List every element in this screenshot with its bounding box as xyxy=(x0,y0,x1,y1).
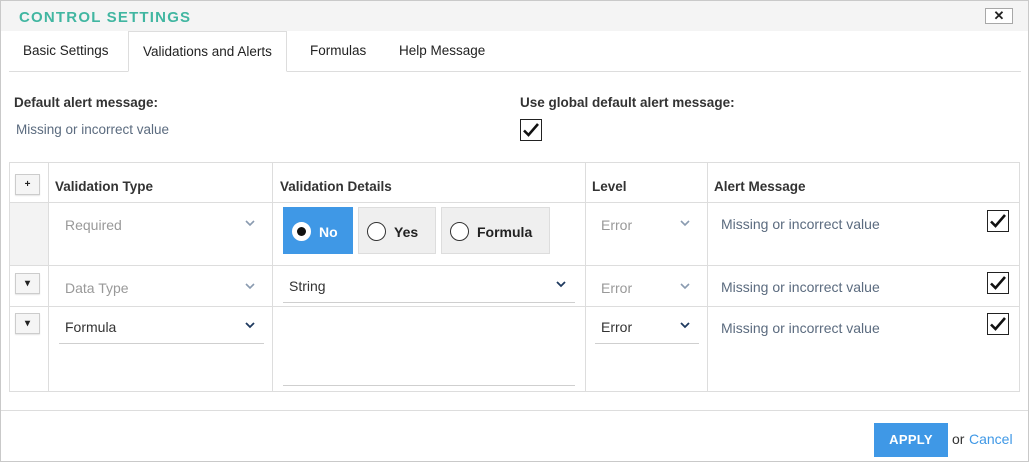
alert-checkbox[interactable] xyxy=(987,210,1009,232)
dialog-title: CONTROL SETTINGS xyxy=(19,9,192,26)
use-global-alert-checkbox[interactable] xyxy=(520,119,542,141)
dialog-titlebar: CONTROL SETTINGS ✕ xyxy=(1,1,1028,31)
chevron-down-icon xyxy=(680,322,690,329)
close-icon: ✕ xyxy=(993,8,1005,23)
radio-label: Yes xyxy=(394,224,419,240)
chevron-down-icon xyxy=(245,220,255,227)
radio-no[interactable]: No xyxy=(283,207,353,254)
select-value: Required xyxy=(65,217,122,233)
tab-basic-settings[interactable]: Basic Settings xyxy=(9,31,123,72)
chevron-down-icon xyxy=(680,220,690,227)
validations-table: + Validation Type Validation Details Lev… xyxy=(9,162,1020,392)
chevron-down-icon xyxy=(680,283,690,290)
control-settings-dialog: CONTROL SETTINGS ✕ Basic Settings Valida… xyxy=(0,0,1029,462)
default-alert-value[interactable]: Missing or incorrect value xyxy=(16,122,169,137)
validation-type-select[interactable]: Formula xyxy=(59,311,264,344)
header-validation-type: Validation Type xyxy=(55,179,154,194)
or-text: or xyxy=(952,431,965,447)
row-menu-button[interactable]: ▾ xyxy=(15,313,40,334)
radio-unselected-icon xyxy=(367,222,386,241)
alert-message-text[interactable]: Missing or incorrect value xyxy=(721,216,880,232)
footer-divider xyxy=(1,410,1028,411)
header-validation-details: Validation Details xyxy=(280,179,392,194)
level-select[interactable]: Error xyxy=(595,209,699,242)
select-value: Data Type xyxy=(65,280,129,296)
select-value: String xyxy=(289,278,326,294)
header-level: Level xyxy=(592,179,627,194)
alert-message-text[interactable]: Missing or incorrect value xyxy=(721,279,880,295)
row-gutter xyxy=(10,203,48,265)
cancel-link[interactable]: Cancel xyxy=(969,431,1013,447)
tab-help-message[interactable]: Help Message xyxy=(385,31,499,72)
header-alert-message: Alert Message xyxy=(714,179,806,194)
data-type-select[interactable]: String xyxy=(283,270,575,303)
validation-type-select[interactable]: Data Type xyxy=(59,272,264,305)
chevron-down-icon xyxy=(245,283,255,290)
tab-formulas[interactable]: Formulas xyxy=(296,31,380,72)
row-menu-button[interactable]: ▾ xyxy=(15,273,40,294)
formula-textarea[interactable] xyxy=(283,313,575,386)
validation-type-select[interactable]: Required xyxy=(59,209,264,242)
radio-selected-icon xyxy=(292,222,311,241)
select-value: Error xyxy=(601,217,633,233)
add-row-button[interactable]: + xyxy=(15,174,40,195)
checkmark-icon xyxy=(990,214,1006,228)
checkmark-icon xyxy=(990,276,1006,290)
radio-unselected-icon xyxy=(450,222,469,241)
close-button[interactable]: ✕ xyxy=(985,8,1013,24)
radio-label: No xyxy=(319,224,338,240)
level-select[interactable]: Error xyxy=(595,272,699,305)
select-value: Formula xyxy=(65,319,117,335)
select-value: Error xyxy=(601,319,633,335)
radio-label: Formula xyxy=(477,224,533,240)
alert-checkbox[interactable] xyxy=(987,313,1009,335)
select-value: Error xyxy=(601,280,633,296)
tab-bar: Basic Settings Validations and Alerts Fo… xyxy=(9,31,1021,72)
alert-checkbox[interactable] xyxy=(987,272,1009,294)
chevron-down-icon xyxy=(245,322,255,329)
apply-button[interactable]: APPLY xyxy=(874,423,948,457)
checkmark-icon xyxy=(523,123,539,137)
default-alert-label: Default alert message: xyxy=(14,95,159,110)
checkmark-icon xyxy=(990,317,1006,331)
radio-formula[interactable]: Formula xyxy=(441,207,550,254)
level-select[interactable]: Error xyxy=(595,311,699,344)
chevron-down-icon xyxy=(556,281,566,288)
radio-yes[interactable]: Yes xyxy=(358,207,436,254)
use-global-alert-label: Use global default alert message: xyxy=(520,95,735,110)
alert-message-text[interactable]: Missing or incorrect value xyxy=(721,320,880,336)
tab-validations-and-alerts[interactable]: Validations and Alerts xyxy=(128,31,287,72)
